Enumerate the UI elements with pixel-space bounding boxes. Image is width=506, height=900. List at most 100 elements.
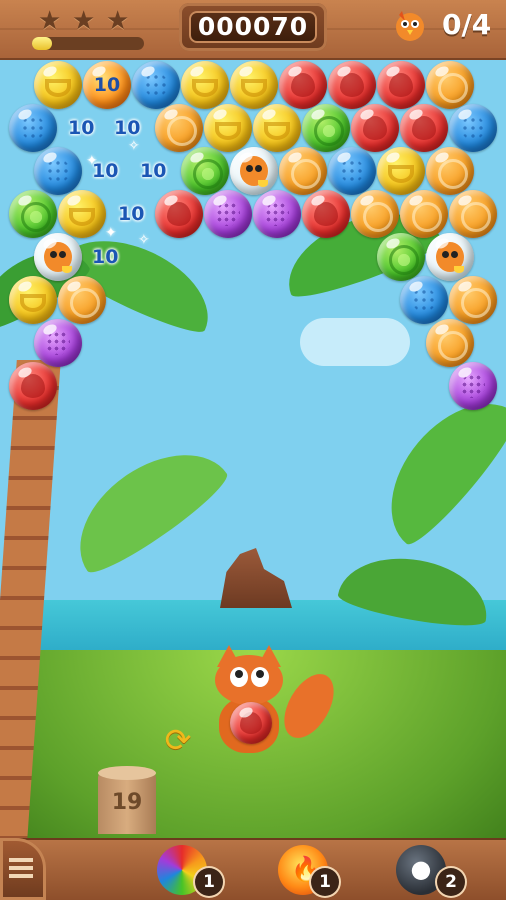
red-bubble xyxy=(377,61,425,109)
banana-fruit-icon xyxy=(215,122,241,140)
purple-bubble xyxy=(253,190,301,238)
orange-fruit-icon xyxy=(363,202,393,232)
star-rating: ★ ★ ★ xyxy=(38,8,132,34)
star-icon: ★ xyxy=(38,6,62,36)
banana-fruit-icon xyxy=(388,165,414,183)
bird-icon xyxy=(44,242,72,273)
points-popup: 10 xyxy=(140,160,167,182)
goal-counter: 0/4 xyxy=(442,8,492,41)
orange-fruit-icon xyxy=(438,331,468,361)
shots-remaining-count: 19 xyxy=(111,790,143,815)
red-fruit-icon xyxy=(21,374,45,398)
blue-bubble xyxy=(34,147,82,195)
blue-bubble xyxy=(328,147,376,195)
fox-head xyxy=(215,645,283,705)
green-fruit-icon xyxy=(21,202,51,232)
green-fruit-icon xyxy=(314,116,344,146)
bird-icon xyxy=(240,156,268,187)
red-fruit-icon xyxy=(167,202,191,226)
banana-bubble xyxy=(58,190,106,238)
red-bubble xyxy=(328,61,376,109)
blue-bubble xyxy=(132,61,180,109)
orange-bubble xyxy=(400,190,448,238)
orange-fruit-icon xyxy=(412,202,442,232)
bomb-booster-count: 2 xyxy=(437,868,465,896)
score-progress-fill xyxy=(32,37,53,50)
banana-fruit-icon xyxy=(241,79,267,97)
points-bubble: 10 xyxy=(83,61,131,109)
red-bubble xyxy=(279,61,327,109)
banana-fruit-icon xyxy=(69,208,95,226)
red-bubble xyxy=(400,104,448,152)
trapped-bird-bubble xyxy=(230,147,278,195)
points-popup: 10 xyxy=(92,246,119,268)
blue-fruit-icon xyxy=(340,159,364,183)
green-bubble xyxy=(181,147,229,195)
blue-fruit-icon xyxy=(46,159,70,183)
bomb-icon: ● xyxy=(410,855,432,883)
orange-bubble xyxy=(279,147,327,195)
green-bubble xyxy=(9,190,57,238)
orange-fruit-icon xyxy=(438,159,468,189)
red-bubble xyxy=(155,190,203,238)
points-popup: 10 xyxy=(118,203,145,225)
orange-bubble xyxy=(58,276,106,324)
blue-fruit-icon xyxy=(461,116,485,140)
score-progress-bar xyxy=(32,37,144,50)
current-bubble[interactable] xyxy=(230,702,272,744)
orange-fruit-icon xyxy=(167,116,197,146)
blue-bubble xyxy=(9,104,57,152)
banana-leaf xyxy=(55,427,235,583)
rainbow-booster-count: 1 xyxy=(195,868,223,896)
red-fruit-icon xyxy=(412,116,436,140)
green-bubble xyxy=(377,233,425,281)
trapped-bird-bubble xyxy=(34,233,82,281)
banana-bubble xyxy=(253,104,301,152)
red-fruit-icon xyxy=(363,116,387,140)
top-bar: ★ ★ ★ 000070 0/4 xyxy=(0,0,506,58)
banana-fruit-icon xyxy=(20,294,46,312)
rock-island xyxy=(220,548,292,608)
points-popup: 10 xyxy=(68,117,95,139)
orange-bubble xyxy=(449,276,497,324)
purple-fruit-icon xyxy=(265,202,289,226)
swap-bubble-icon[interactable]: ⟳ xyxy=(162,724,194,756)
blue-fruit-icon xyxy=(144,73,168,97)
green-bubble xyxy=(302,104,350,152)
game-scene[interactable]: ★ ★ ★ 000070 0/4 10 10 10 10 10 10 10 ✦ … xyxy=(0,0,506,900)
sparkle-icon: ✦ xyxy=(86,153,98,169)
banana-fruit-icon xyxy=(264,122,290,140)
banana-bubble xyxy=(230,61,278,109)
orange-bubble xyxy=(449,190,497,238)
green-fruit-icon xyxy=(389,245,419,275)
orange-bubble xyxy=(426,61,474,109)
cloud xyxy=(300,318,410,366)
score-counter: 000070 xyxy=(189,11,317,43)
menu-icon xyxy=(9,858,33,878)
orange-fruit-icon xyxy=(438,73,468,103)
blue-bubble xyxy=(400,276,448,324)
points-popup: 10 xyxy=(114,117,141,139)
score-plate: 000070 xyxy=(179,3,327,51)
orange-bubble xyxy=(426,319,474,367)
shots-remaining-stump: 19 xyxy=(98,766,156,834)
blue-bubble xyxy=(449,104,497,152)
green-fruit-icon xyxy=(193,159,223,189)
sparkle-icon: ✧ xyxy=(138,232,150,248)
orange-bubble xyxy=(155,104,203,152)
trapped-bird-bubble xyxy=(426,233,474,281)
purple-bubble xyxy=(449,362,497,410)
banana-bubble xyxy=(204,104,252,152)
orange-bubble xyxy=(426,147,474,195)
orange-fruit-icon xyxy=(461,202,491,232)
red-fruit-icon xyxy=(291,73,315,97)
points-bubble-label: 10 xyxy=(93,74,121,96)
banana-bubble xyxy=(9,276,57,324)
star-icon: ★ xyxy=(106,6,130,36)
red-bubble xyxy=(9,362,57,410)
banana-bubble xyxy=(181,61,229,109)
orange-fruit-icon xyxy=(70,288,100,318)
purple-fruit-icon xyxy=(461,374,485,398)
sparkle-icon: ✦ xyxy=(105,225,117,241)
sparkle-icon: ✧ xyxy=(128,138,140,154)
